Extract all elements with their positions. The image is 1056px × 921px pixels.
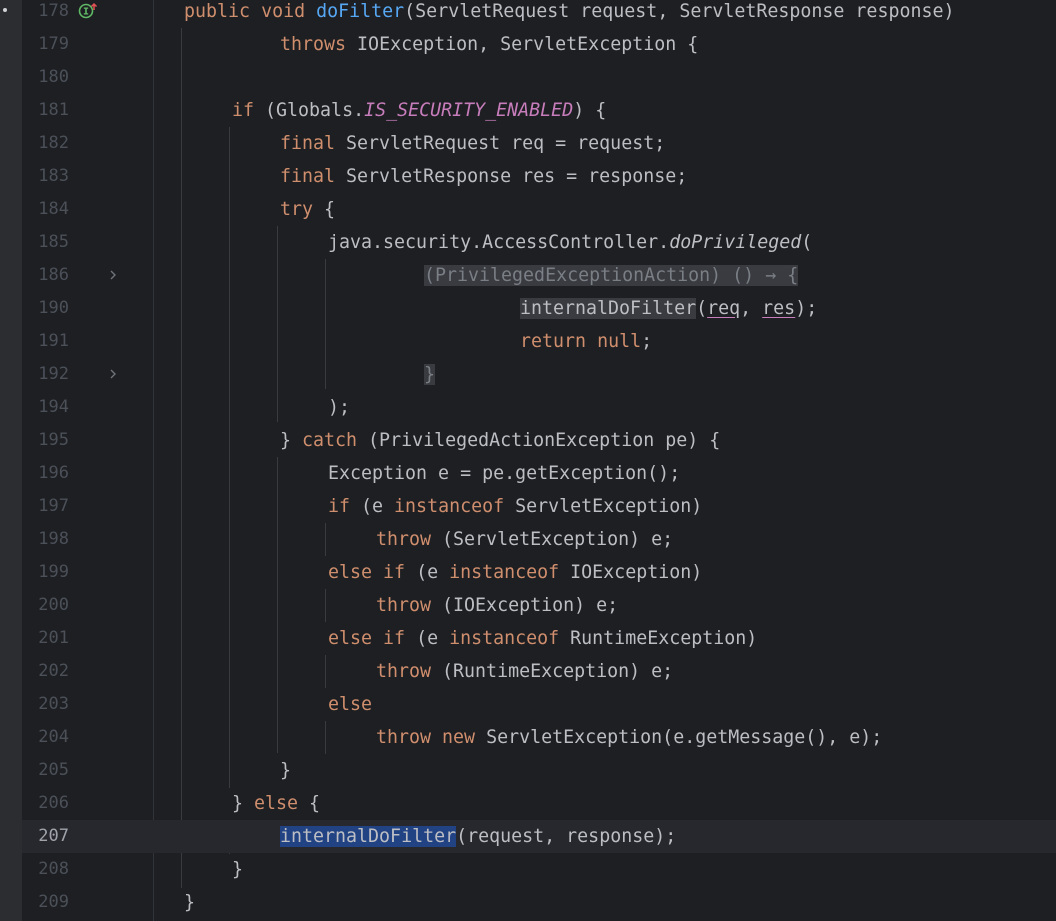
code-text: java.security.AccessController.doPrivile… — [328, 232, 813, 253]
line-number: 202 — [38, 661, 69, 681]
code-line[interactable]: 180 — [22, 61, 1056, 94]
line-number: 205 — [38, 760, 69, 780]
folded-lambda-end[interactable]: } — [424, 364, 436, 385]
code-text: internalDoFilter(request, response); — [280, 826, 677, 847]
code-line[interactable]: 195 } catch (PrivilegedActionException p… — [22, 424, 1056, 457]
line-number: 184 — [38, 199, 69, 219]
line-number: 186 — [38, 265, 69, 285]
code-line[interactable]: 206 } else { — [22, 787, 1056, 820]
code-text: throw (IOException) e; — [376, 595, 619, 616]
line-number: 185 — [38, 232, 69, 252]
code-text: throw (ServletException) e; — [376, 529, 674, 550]
code-line[interactable]: 197 if (e instanceof ServletException) — [22, 490, 1056, 523]
fold-chevron-right-icon[interactable] — [106, 268, 120, 282]
selected-text[interactable]: internalDoFilter — [280, 826, 457, 847]
code-line[interactable]: 185 java.security.AccessController.doPri… — [22, 226, 1056, 259]
fold-chevron-right-icon[interactable] — [106, 367, 120, 381]
line-number: 199 — [38, 562, 69, 582]
code-text: throw (RuntimeException) e; — [376, 661, 674, 682]
code-text: final ServletRequest req = request; — [280, 133, 666, 154]
code-line[interactable]: 200 throw (IOException) e; — [22, 589, 1056, 622]
current-code-line[interactable]: 207 internalDoFilter(request, response); — [22, 820, 1056, 853]
code-line[interactable]: 201 else if (e instanceof RuntimeExcepti… — [22, 622, 1056, 655]
code-text: } — [280, 760, 292, 781]
line-number: 179 — [38, 34, 69, 54]
code-text: if (e instanceof ServletException) — [328, 496, 703, 517]
code-line[interactable]: 196 Exception e = pe.getException(); — [22, 457, 1056, 490]
line-number: 190 — [38, 298, 69, 318]
code-line[interactable]: 181 if (Globals.IS_SECURITY_ENABLED) { — [22, 94, 1056, 127]
code-line[interactable]: 182 final ServletRequest req = request; — [22, 127, 1056, 160]
line-number: 194 — [38, 397, 69, 417]
line-number: 181 — [38, 100, 69, 120]
code-line[interactable]: 204 throw new ServletException(e.getMess… — [22, 721, 1056, 754]
code-text: else — [328, 694, 373, 715]
code-text: } — [184, 892, 196, 913]
line-number: 195 — [38, 430, 69, 450]
line-number: 209 — [38, 892, 69, 912]
line-number: 206 — [38, 793, 69, 813]
code-line[interactable]: 184 try { — [22, 193, 1056, 226]
code-line[interactable]: 194 ); — [22, 391, 1056, 424]
code-text: } else { — [232, 793, 321, 814]
code-line[interactable]: 192 } — [22, 358, 1056, 391]
code-text: internalDoFilter(req, res); — [520, 298, 818, 319]
code-line[interactable]: 203 else — [22, 688, 1056, 721]
code-text: } catch (PrivilegedActionException pe) { — [280, 430, 721, 451]
folded-lambda[interactable]: (PrivilegedExceptionAction) () → { — [424, 265, 799, 286]
code-text: } — [424, 358, 436, 391]
code-line[interactable]: 186 (PrivilegedExceptionAction) () → { — [22, 259, 1056, 292]
line-number: 182 — [38, 133, 69, 153]
status-dot-icon — [3, 8, 7, 12]
code-line[interactable]: 178 public void doFilter(ServletRequest … — [22, 0, 1056, 28]
line-number: 197 — [38, 496, 69, 516]
code-line[interactable]: 205 } — [22, 754, 1056, 787]
line-number: 203 — [38, 694, 69, 714]
code-editor[interactable]: 178 public void doFilter(ServletRequest … — [22, 0, 1056, 921]
implementing-method-icon[interactable] — [78, 1, 98, 21]
code-line[interactable]: 179 throws IOException, ServletException… — [22, 28, 1056, 61]
code-text: (PrivilegedExceptionAction) () → { — [424, 259, 799, 292]
line-number: 204 — [38, 727, 69, 747]
code-line[interactable]: 190 internalDoFilter(req, res); — [22, 292, 1056, 325]
code-line[interactable]: 209 } — [22, 886, 1056, 919]
code-text: try { — [280, 199, 336, 220]
line-number: 191 — [38, 331, 69, 351]
line-number: 207 — [38, 826, 69, 846]
code-line[interactable]: 191 return null; — [22, 325, 1056, 358]
line-number: 180 — [38, 67, 69, 87]
code-text: else if (e instanceof IOException) — [328, 562, 703, 583]
line-number: 198 — [38, 529, 69, 549]
code-text: if (Globals.IS_SECURITY_ENABLED) { — [232, 100, 607, 121]
code-text: Exception e = pe.getException(); — [328, 463, 681, 484]
code-line[interactable]: 198 throw (ServletException) e; — [22, 523, 1056, 556]
code-text: else if (e instanceof RuntimeException) — [328, 628, 758, 649]
line-number: 201 — [38, 628, 69, 648]
code-text: final ServletResponse res = response; — [280, 166, 688, 187]
code-text: public void doFilter(ServletRequest requ… — [184, 1, 955, 22]
code-text: } — [232, 859, 244, 880]
line-number: 178 — [38, 1, 69, 21]
line-number: 192 — [38, 364, 69, 384]
line-number: 208 — [38, 859, 69, 879]
code-line[interactable]: 199 else if (e instanceof IOException) — [22, 556, 1056, 589]
code-text: ); — [328, 397, 351, 418]
code-line[interactable]: 183 final ServletResponse res = response… — [22, 160, 1056, 193]
line-number: 200 — [38, 595, 69, 615]
line-number: 196 — [38, 463, 69, 483]
code-text: return null; — [520, 331, 653, 352]
code-text: throw new ServletException(e.getMessage(… — [376, 727, 883, 748]
code-text: throws IOException, ServletException { — [280, 34, 699, 55]
tool-window-strip — [0, 0, 22, 921]
code-line[interactable]: 208 } — [22, 853, 1056, 886]
code-line[interactable]: 202 throw (RuntimeException) e; — [22, 655, 1056, 688]
line-number: 183 — [38, 166, 69, 186]
